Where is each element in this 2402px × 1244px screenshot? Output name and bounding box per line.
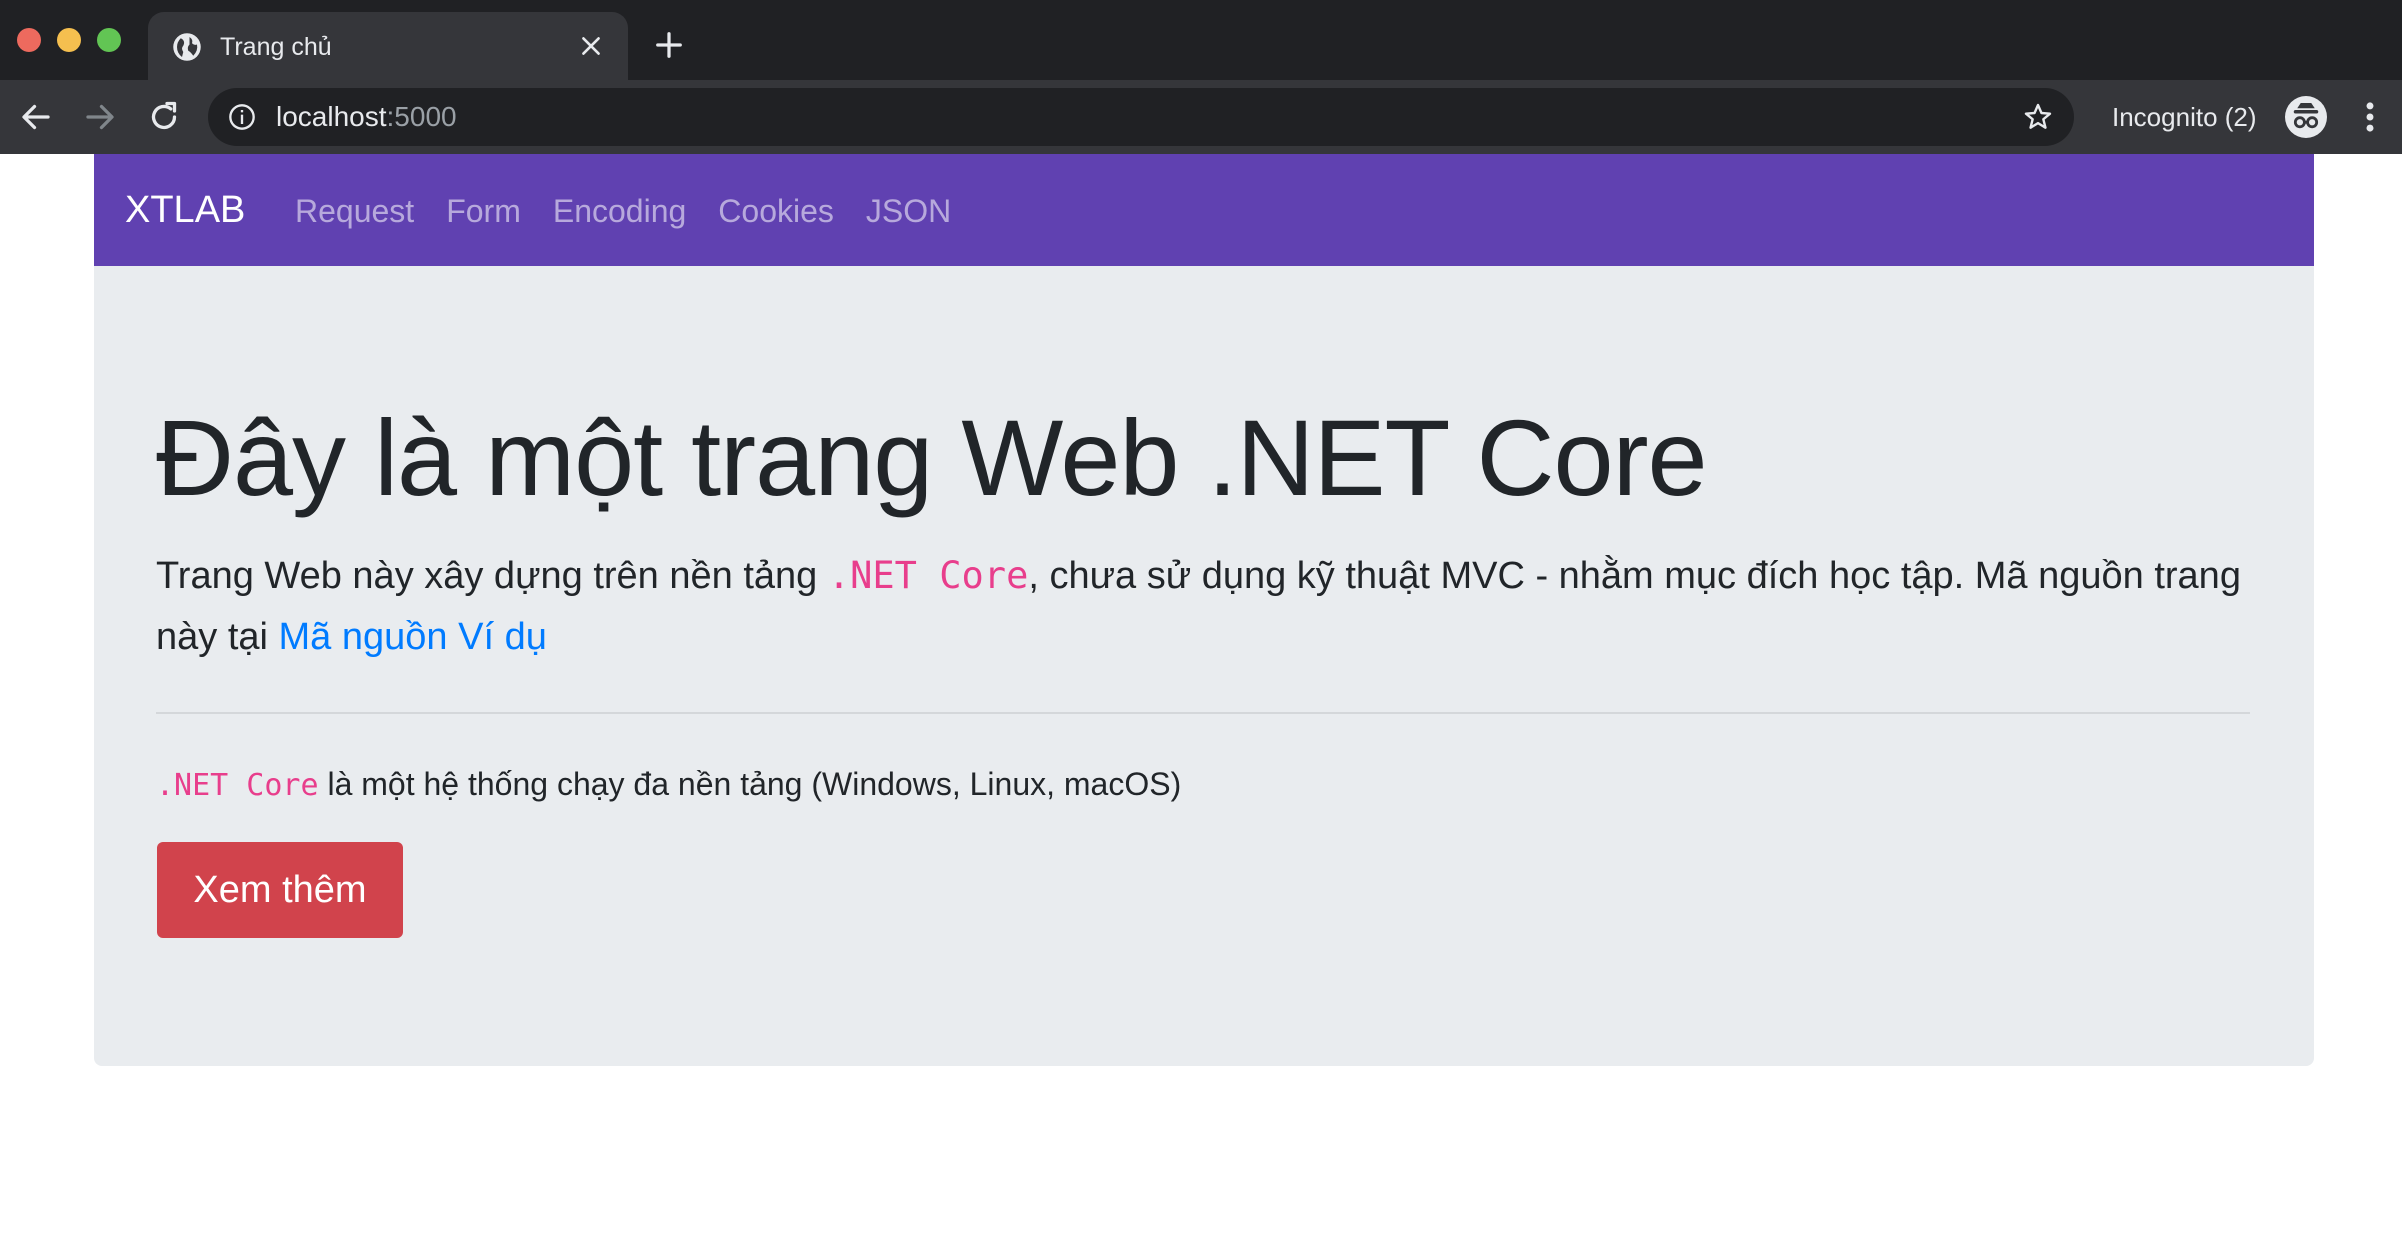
reload-icon[interactable] <box>146 99 182 135</box>
close-icon[interactable] <box>578 33 604 59</box>
body-text: là một hệ thống chạy đa nền tảng (Window… <box>318 766 1182 802</box>
nav-links: Request Form Encoding Cookies JSON <box>295 192 951 230</box>
address-bar[interactable]: localhost:5000 <box>208 88 2074 146</box>
nav-link-encoding[interactable]: Encoding <box>553 192 686 230</box>
lead-paragraph: Trang Web này xây dựng trên nền tảng .NE… <box>156 545 2256 668</box>
close-window-button[interactable] <box>17 28 41 52</box>
see-more-button[interactable]: Xem thêm <box>157 842 403 938</box>
body-paragraph: .NET Core là một hệ thống chạy đa nền tả… <box>156 762 1181 808</box>
hero-jumbotron: Đây là một trang Web .NET Core Trang Web… <box>94 266 2314 1066</box>
browser-tabstrip: Trang chủ <box>0 0 2402 80</box>
site-navbar: XTLAB Request Form Encoding Cookies JSON <box>94 154 2314 266</box>
source-code-link[interactable]: Mã nguồn Ví dụ <box>279 616 547 658</box>
incognito-icon[interactable] <box>2285 96 2327 138</box>
forward-arrow-icon[interactable] <box>82 99 118 135</box>
star-icon[interactable] <box>2022 101 2054 133</box>
nav-link-json[interactable]: JSON <box>866 192 951 230</box>
url-host: localhost <box>276 101 387 132</box>
nav-link-form[interactable]: Form <box>446 192 521 230</box>
incognito-label[interactable]: Incognito (2) <box>2112 99 2257 135</box>
lead-code: .NET Core <box>827 554 1029 597</box>
browser-toolbar: localhost:5000 Incognito (2) <box>0 80 2402 154</box>
globe-icon <box>173 33 201 61</box>
back-arrow-icon[interactable] <box>18 99 54 135</box>
new-tab-plus-icon[interactable] <box>654 30 684 60</box>
url-port: :5000 <box>386 101 457 132</box>
url-text[interactable]: localhost:5000 <box>276 100 457 134</box>
divider <box>156 712 2250 714</box>
body-code: .NET Core <box>156 768 319 803</box>
lead-text-start: Trang Web này xây dựng trên nền tảng <box>156 555 828 597</box>
maximize-window-button[interactable] <box>97 28 121 52</box>
nav-link-request[interactable]: Request <box>295 192 414 230</box>
tab-title: Trang chủ <box>220 33 332 61</box>
nav-link-cookies[interactable]: Cookies <box>718 192 834 230</box>
info-icon[interactable] <box>228 103 256 131</box>
minimize-window-button[interactable] <box>57 28 81 52</box>
browser-tab[interactable]: Trang chủ <box>148 12 628 80</box>
more-menu-icon[interactable] <box>2355 98 2385 136</box>
brand-logo-link[interactable]: XTLAB <box>125 188 245 232</box>
page-title: Đây là một trang Web .NET Core <box>156 397 1708 518</box>
